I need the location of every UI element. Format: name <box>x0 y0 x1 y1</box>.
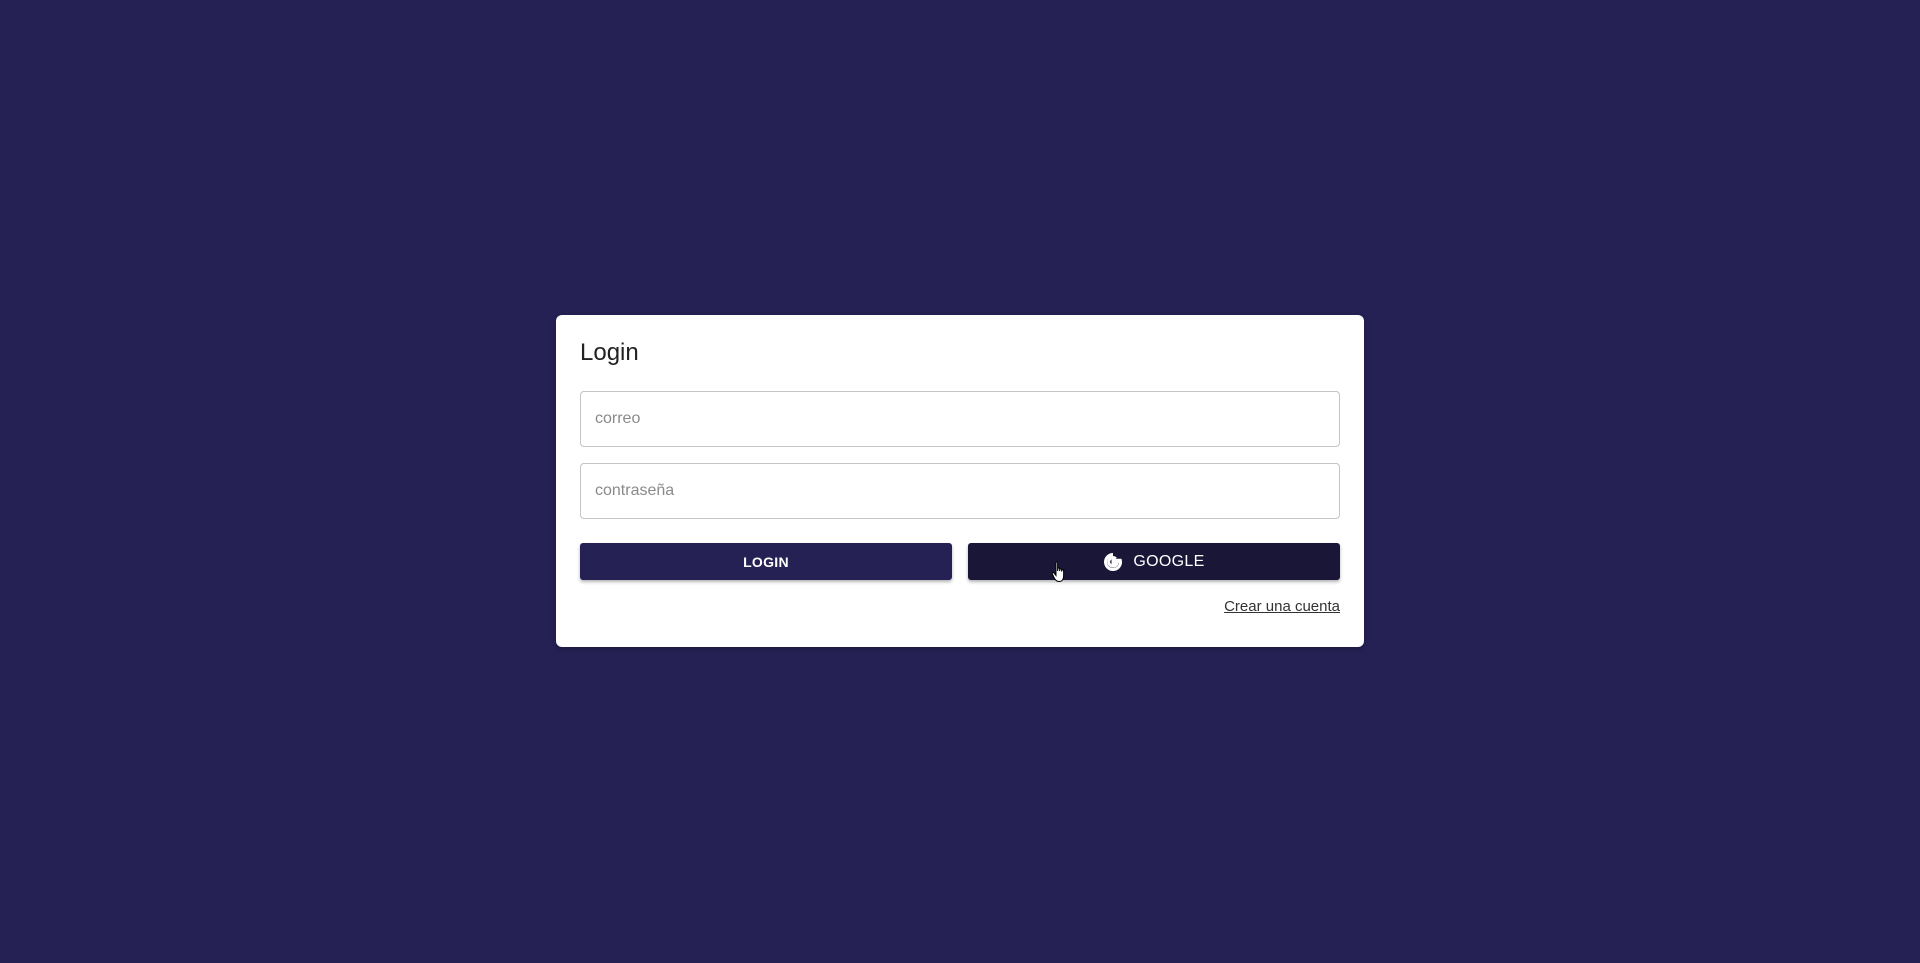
google-login-button[interactable]: GOOGLE <box>968 543 1340 580</box>
login-button[interactable]: LOGIN <box>580 543 952 580</box>
password-field[interactable] <box>580 463 1340 519</box>
login-card: Login LOGIN GOOGLE Crear una cuenta <box>556 315 1364 647</box>
create-account-link[interactable]: Crear una cuenta <box>1224 598 1340 615</box>
link-row: Crear una cuenta <box>580 598 1340 616</box>
page-title: Login <box>580 339 639 366</box>
login-page: Login LOGIN GOOGLE Crear una cuenta <box>0 0 1920 963</box>
google-button-label: GOOGLE <box>1133 552 1205 570</box>
google-icon <box>1103 552 1123 572</box>
button-row: LOGIN GOOGLE <box>580 543 1340 580</box>
email-field[interactable] <box>580 391 1340 447</box>
login-button-label: LOGIN <box>743 553 789 570</box>
hand-cursor-icon <box>1051 561 1065 583</box>
